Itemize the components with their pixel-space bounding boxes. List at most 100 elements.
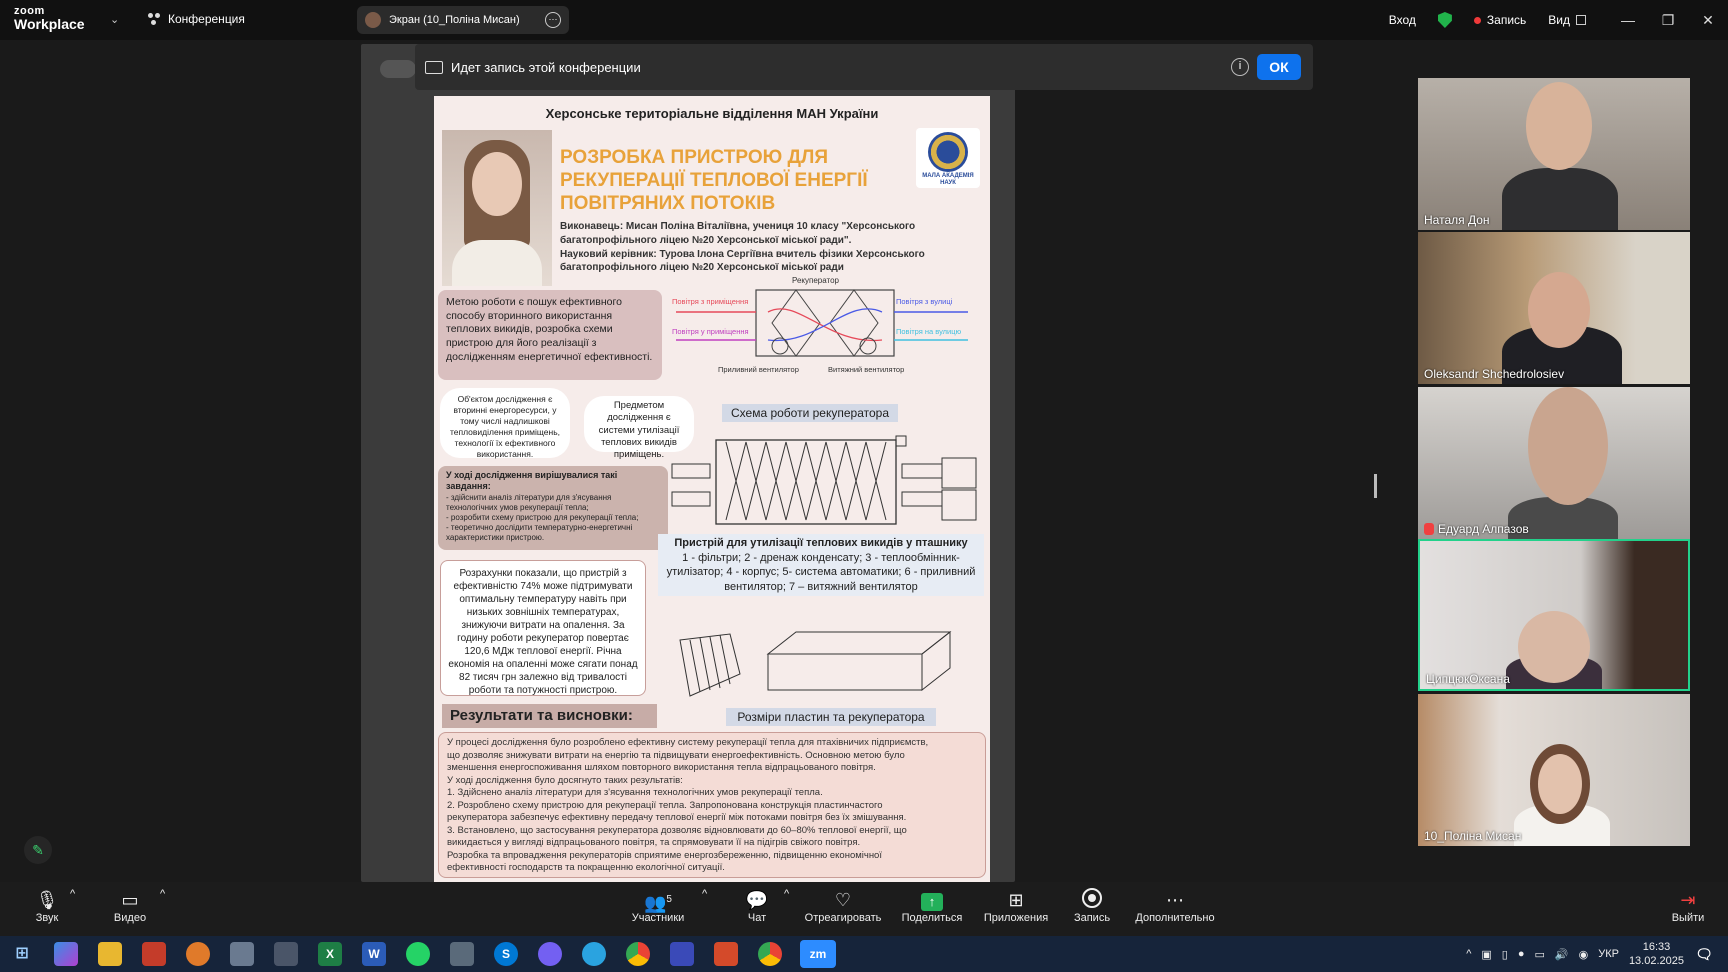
record-label: Запись [1486, 13, 1527, 27]
participants-button[interactable]: 👥5 Участники [630, 888, 686, 924]
label-air-from-room: Повітря з приміщення [672, 297, 748, 306]
video-options-caret-icon[interactable]: ^ [160, 888, 165, 900]
participant-tile-active[interactable]: ЦипцюкОксана [1418, 539, 1690, 691]
more-button[interactable]: ⋯ Дополнительно [1134, 888, 1216, 924]
video-button[interactable]: ▭ Видео [110, 888, 150, 924]
zoom-taskbar-icon[interactable]: zm [800, 940, 836, 968]
recording-indicator[interactable]: Запись [1473, 13, 1527, 27]
more-dots-icon: ⋯ [1166, 890, 1184, 910]
skype-icon[interactable]: S [494, 942, 518, 966]
heart-icon: ♡ [834, 890, 852, 910]
label-air-to-street: Повітря на вулицю [896, 327, 962, 336]
poster-header: Херсонське територіальне відділення МАН … [545, 106, 879, 121]
apps-button[interactable]: ⊞ Приложения [982, 888, 1050, 924]
participant-name: ЦипцюкОксана [1426, 672, 1510, 686]
chat-button[interactable]: 💬 Чат [742, 888, 772, 924]
react-button[interactable]: ♡ Отреагировать [804, 888, 882, 924]
microphone-icon: 🎙 [35, 890, 59, 910]
chevron-down-icon[interactable]: ⌄ [110, 13, 119, 26]
whatsapp-icon[interactable] [406, 942, 430, 966]
tray-app-icon[interactable]: ▣ [1481, 948, 1491, 961]
viber-icon[interactable] [538, 942, 562, 966]
more-icon[interactable]: ··· [545, 12, 561, 28]
leave-icon: ⇥ [1680, 890, 1696, 910]
close-icon[interactable]: ✕ [1688, 12, 1728, 29]
scheme-caption: Схема роботи рекуператора [722, 404, 898, 422]
zoom-logo[interactable]: zoom Workplace [14, 6, 85, 32]
conclusions-title: Результати та висновки: [442, 704, 657, 728]
apps-icon: ⊞ [1008, 890, 1024, 910]
leave-button[interactable]: ⇥ Выйти [1668, 888, 1708, 924]
zoom-window: zoom Workplace ⌄ Конференция Экран (10_П… [0, 0, 1728, 972]
label-recuperator: Рекуператор [792, 276, 840, 285]
participants-count: 5 [666, 894, 672, 905]
grid-icon [1576, 15, 1586, 25]
device-desc: 1 - фільтри; 2 - дренаж конденсату; 3 - … [666, 551, 976, 593]
conference-icon [148, 13, 160, 25]
battery-icon[interactable]: ▯ [1502, 948, 1508, 961]
app-icon[interactable] [714, 942, 738, 966]
excel-icon[interactable]: X [318, 942, 342, 966]
camera-app-icon[interactable] [450, 942, 474, 966]
info-icon[interactable]: i [1231, 58, 1249, 76]
view-button[interactable]: Вид [1548, 13, 1586, 27]
screen-share-tab[interactable]: Экран (10_Поліна Мисан) ··· [357, 6, 569, 34]
ok-button[interactable]: ОК [1257, 54, 1301, 80]
participant-tile[interactable]: 10_Поліна Мисан [1418, 694, 1690, 846]
network-icon[interactable]: ▭ [1534, 948, 1544, 961]
record-button[interactable]: Запись [1072, 888, 1112, 924]
save-app-icon[interactable] [670, 942, 694, 966]
toggle-pill[interactable] [380, 60, 416, 78]
recording-notice: Идет запись этой конференции i ОК [415, 44, 1313, 90]
record-icon [1082, 888, 1102, 908]
browser-icon[interactable] [186, 942, 210, 966]
word-icon[interactable]: W [362, 942, 386, 966]
tray-app-icon[interactable]: ◉ [1579, 948, 1589, 961]
participants-caret-icon[interactable]: ^ [702, 888, 707, 900]
app-icon[interactable] [142, 942, 166, 966]
app-icon[interactable] [230, 942, 254, 966]
chat-caret-icon[interactable]: ^ [784, 888, 789, 900]
telegram-icon[interactable] [582, 942, 606, 966]
signin-label: Вход [1388, 13, 1416, 27]
notifications-icon[interactable]: 🗨 [1692, 942, 1716, 966]
calculator-icon[interactable] [274, 942, 298, 966]
clock[interactable]: 16:33 13.02.2025 [1629, 940, 1684, 969]
chrome-icon[interactable] [758, 942, 782, 966]
chrome-icon[interactable] [626, 942, 650, 966]
tray-chevron-icon[interactable]: ^ [1466, 948, 1471, 960]
encryption-badge[interactable] [1437, 12, 1452, 28]
top-right-controls: Вход Запись Вид — ❐ ✕ [1389, 0, 1728, 40]
apps-label: Приложения [983, 912, 1049, 924]
conclusion-line: У процесі дослідження було розроблено еф… [447, 737, 929, 748]
copilot-icon[interactable] [54, 942, 78, 966]
participant-tile[interactable]: Oleksandr Shchedrolosiev [1418, 232, 1690, 384]
share-arrow-icon: ↑ [921, 893, 943, 911]
conference-menu[interactable]: Конференция [148, 12, 245, 26]
poster-authors: Виконавець: Мисан Поліна Віталіївна, уче… [560, 220, 960, 275]
restore-icon[interactable]: ❐ [1648, 12, 1688, 29]
device-description: Пристрій для утилізації теплових викидів… [658, 534, 984, 597]
file-explorer-icon[interactable] [98, 942, 122, 966]
minimize-icon[interactable]: — [1608, 12, 1648, 28]
share-button[interactable]: ↑ Поделиться [900, 888, 964, 924]
object-box: Об'єктом дослідження є вторинні енергоре… [440, 388, 570, 459]
tray-app-icon[interactable]: ● [1518, 948, 1525, 960]
participant-tile[interactable]: Наталя Дон [1418, 78, 1690, 230]
author-photo [442, 130, 552, 286]
language-indicator[interactable]: УКР [1598, 948, 1619, 960]
participant-name: Oleksandr Shchedrolosiev [1424, 367, 1565, 381]
annotate-pencil-icon[interactable]: ✎ [24, 836, 52, 864]
windows-taskbar: ⊞ X W S zm ^ ▣ ▯ ● ▭ 🔊 ◉ УКР 16:33 13.02… [0, 936, 1728, 972]
conclusion-line: 1. Здійснено аналіз літератури для з'ясу… [447, 787, 823, 799]
panel-splitter[interactable] [1374, 474, 1377, 498]
plates-caption: Розміри пластин та рекуператора [726, 708, 936, 726]
audio-options-caret-icon[interactable]: ^ [70, 888, 75, 900]
system-tray: ^ ▣ ▯ ● ▭ 🔊 ◉ УКР 16:33 13.02.2025 [1466, 936, 1684, 972]
conclusion-line: ефективності господарств та покращенню е… [447, 862, 725, 874]
signin-button[interactable]: Вход [1389, 13, 1416, 27]
volume-icon[interactable]: 🔊 [1555, 948, 1569, 961]
windows-start-icon[interactable]: ⊞ [10, 942, 34, 966]
audio-button[interactable]: 🎙 Звук [30, 888, 64, 924]
participant-tile[interactable]: Едуард Алпазов [1418, 387, 1690, 539]
